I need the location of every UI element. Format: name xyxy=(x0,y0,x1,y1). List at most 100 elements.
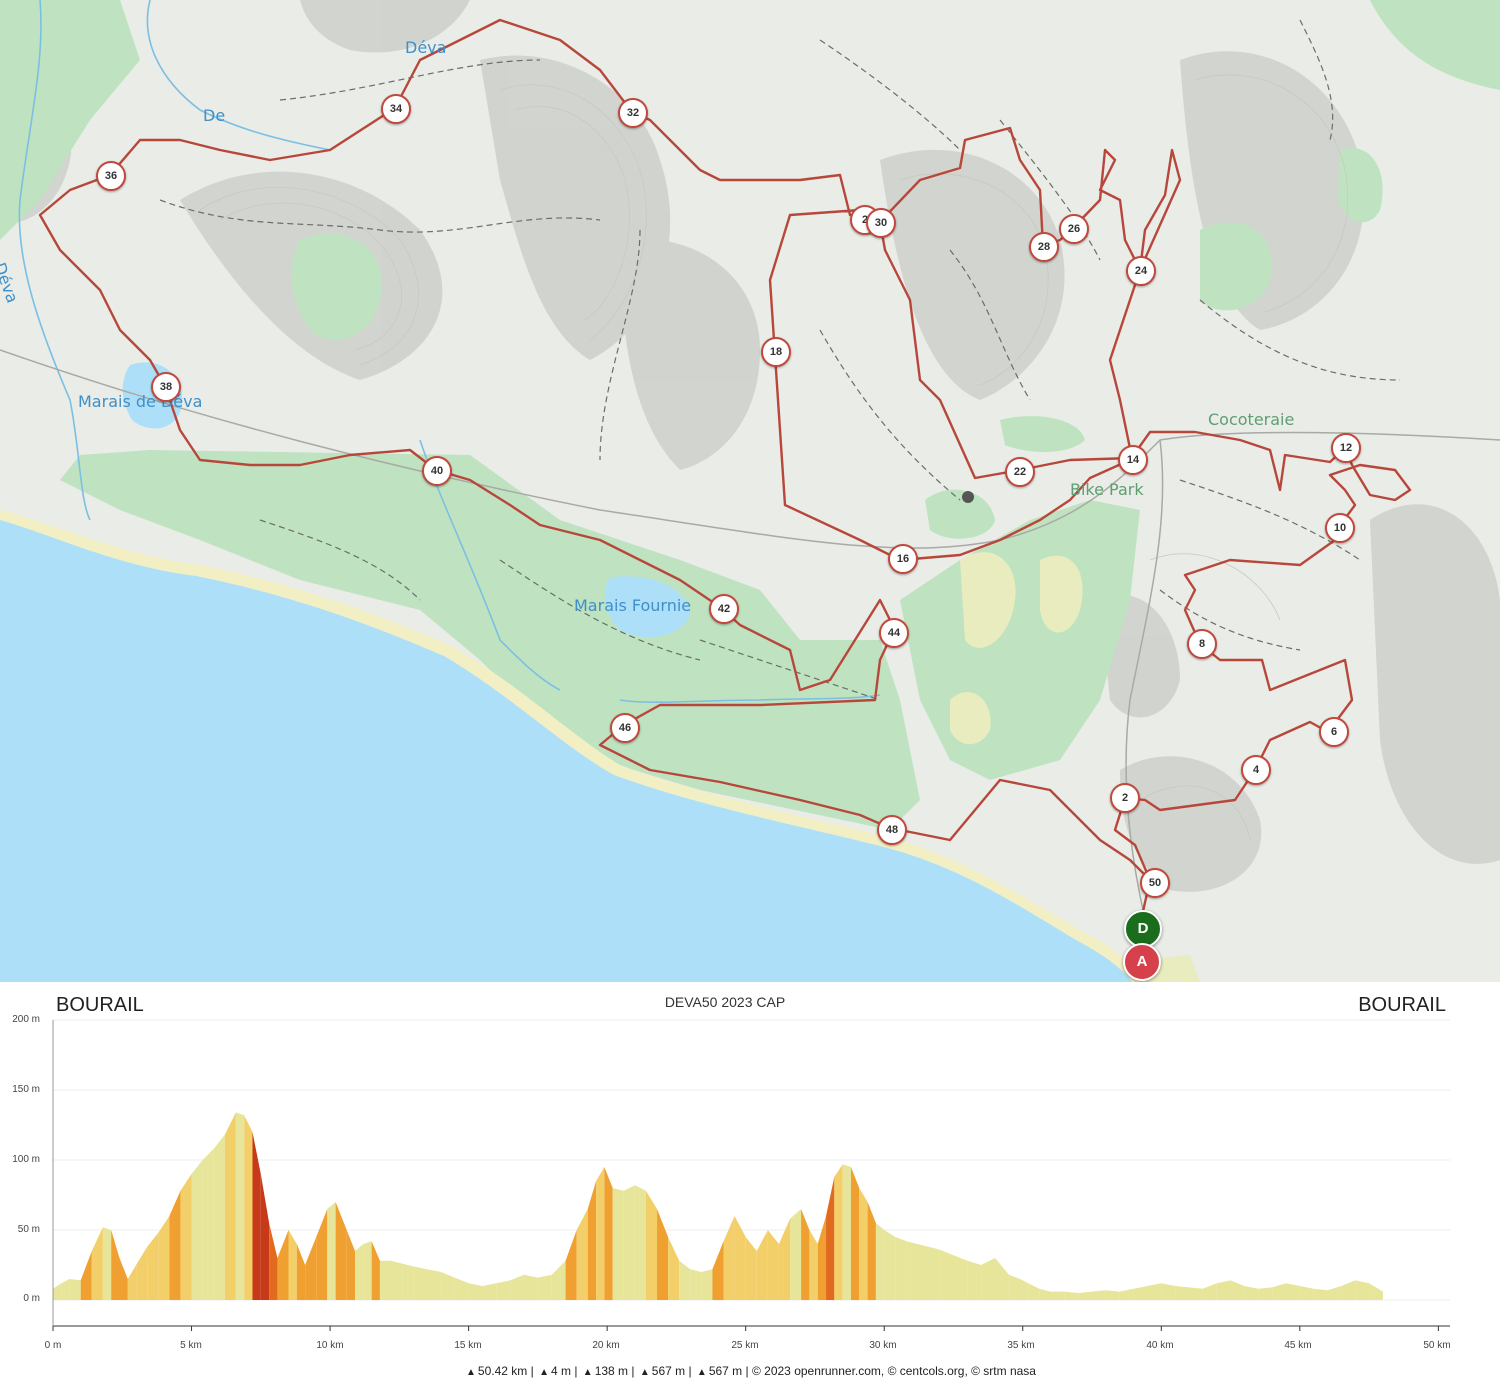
elevation-segment xyxy=(767,1230,779,1300)
km-marker-6[interactable]: 6 xyxy=(1319,717,1349,747)
elevation-segment xyxy=(734,1216,746,1300)
distance-icon: ▲ xyxy=(466,1367,476,1378)
km-marker-12[interactable]: 12 xyxy=(1331,433,1361,463)
elevation-segment xyxy=(316,1209,328,1300)
km-marker-22[interactable]: 22 xyxy=(1005,457,1035,487)
km-marker-34[interactable]: 34 xyxy=(381,94,411,124)
x-tick-label: 5 km xyxy=(180,1340,202,1351)
elevation-segment xyxy=(69,1279,81,1300)
elevation-segment xyxy=(402,1263,414,1300)
elevation-segment xyxy=(413,1266,428,1300)
elevation-segment xyxy=(850,1167,860,1300)
km-marker-10[interactable]: 10 xyxy=(1325,513,1355,543)
elevation-segment xyxy=(91,1227,103,1300)
elevation-segment xyxy=(981,1258,996,1300)
elevation-segment xyxy=(537,1274,552,1300)
elevation-segment xyxy=(756,1230,768,1300)
elevation-segment xyxy=(645,1190,658,1300)
elevation-segment xyxy=(778,1218,791,1300)
elevation-segment xyxy=(427,1269,441,1300)
elevation-segment xyxy=(524,1274,538,1300)
elevation-segment xyxy=(1092,1290,1106,1300)
elevation-segment xyxy=(867,1202,876,1300)
elevation-segment xyxy=(496,1280,511,1300)
elevation-segment xyxy=(1313,1288,1328,1300)
descent-icon: ▲ xyxy=(696,1367,707,1378)
elevation-segment xyxy=(834,1164,843,1300)
elevation-segment xyxy=(191,1160,203,1300)
km-marker-16[interactable]: 16 xyxy=(888,544,918,574)
min-altitude-value: 4 m xyxy=(550,1364,571,1378)
elevation-segment xyxy=(1244,1286,1259,1300)
elevation-segment xyxy=(1258,1287,1273,1300)
elevation-segment xyxy=(875,1223,885,1300)
elevation-segment xyxy=(859,1188,868,1300)
elevation-segment xyxy=(906,1241,918,1300)
elevation-segment xyxy=(169,1190,181,1300)
km-marker-36[interactable]: 36 xyxy=(96,161,126,191)
finish-pin[interactable]: A xyxy=(1123,943,1161,981)
elevation-segment xyxy=(612,1188,624,1300)
km-marker-30[interactable]: 30 xyxy=(866,208,896,238)
km-marker-40[interactable]: 40 xyxy=(422,456,452,486)
elevation-segment xyxy=(1105,1290,1120,1300)
elevation-segment xyxy=(379,1260,392,1300)
elevation-segment xyxy=(668,1237,680,1300)
x-tick-label: 0 m xyxy=(44,1340,62,1351)
km-marker-18[interactable]: 18 xyxy=(761,337,791,367)
km-marker-14[interactable]: 14 xyxy=(1118,445,1148,475)
credits: © 2023 openrunner.com, © centcols.org, ©… xyxy=(751,1364,1036,1378)
elevation-segment xyxy=(1202,1283,1217,1300)
elevation-segment xyxy=(482,1283,497,1300)
elevation-segment xyxy=(1299,1286,1314,1300)
km-marker-32[interactable]: 32 xyxy=(618,98,648,128)
x-tick-label: 10 km xyxy=(316,1340,344,1351)
elevation-segment xyxy=(102,1227,112,1300)
elevation-segment xyxy=(690,1269,702,1300)
elevation-segment xyxy=(327,1202,336,1300)
elevation-segment xyxy=(967,1260,982,1300)
elevation-segment xyxy=(269,1223,278,1300)
descent-value: 567 m xyxy=(708,1364,743,1378)
route-map[interactable]: Déva De Déva Marais de Déva Marais Fourn… xyxy=(0,0,1500,982)
elevation-segment xyxy=(288,1230,297,1300)
elevation-segment xyxy=(147,1232,159,1300)
km-marker-8[interactable]: 8 xyxy=(1187,629,1217,659)
ascent-value: 567 m xyxy=(651,1364,686,1378)
elevation-segment xyxy=(335,1202,347,1300)
elevation-segment xyxy=(127,1265,137,1300)
elevation-segment xyxy=(213,1134,225,1300)
elevation-segment xyxy=(252,1132,261,1300)
x-tick-label: 15 km xyxy=(454,1340,482,1351)
km-marker-48[interactable]: 48 xyxy=(877,815,907,845)
elevation-segment xyxy=(809,1230,818,1300)
elevation-segment xyxy=(1028,1283,1040,1300)
elevation-segment xyxy=(1064,1291,1079,1300)
elevation-segment xyxy=(1369,1283,1383,1300)
x-tick-label: 30 km xyxy=(869,1340,897,1351)
km-marker-4[interactable]: 4 xyxy=(1241,755,1271,785)
km-marker-38[interactable]: 38 xyxy=(151,372,181,402)
elevation-segment xyxy=(884,1230,896,1300)
cocoteraie-label: Cocoteraie xyxy=(1208,410,1295,429)
elevation-segment xyxy=(1188,1287,1203,1300)
km-marker-46[interactable]: 46 xyxy=(610,713,640,743)
elevation-segment xyxy=(817,1216,827,1300)
elevation-segment xyxy=(440,1272,455,1300)
elevation-segment xyxy=(995,1258,1009,1300)
km-marker-28[interactable]: 28 xyxy=(1029,232,1059,262)
km-marker-42[interactable]: 42 xyxy=(709,594,739,624)
km-marker-50[interactable]: 50 xyxy=(1140,868,1170,898)
km-marker-44[interactable]: 44 xyxy=(879,618,909,648)
elevation-segment xyxy=(826,1176,835,1300)
elevation-segment xyxy=(244,1115,253,1300)
max-altitude-value: 138 m xyxy=(594,1364,629,1378)
elevation-segment xyxy=(1019,1279,1029,1300)
elevation-chart[interactable] xyxy=(0,982,1500,1342)
km-marker-26[interactable]: 26 xyxy=(1059,214,1089,244)
km-marker-2[interactable]: 2 xyxy=(1110,783,1140,813)
marais-deva-label: Marais de Déva xyxy=(78,392,203,411)
km-marker-24[interactable]: 24 xyxy=(1126,256,1156,286)
elevation-segment xyxy=(1161,1283,1176,1300)
elevation-segment xyxy=(679,1260,691,1300)
